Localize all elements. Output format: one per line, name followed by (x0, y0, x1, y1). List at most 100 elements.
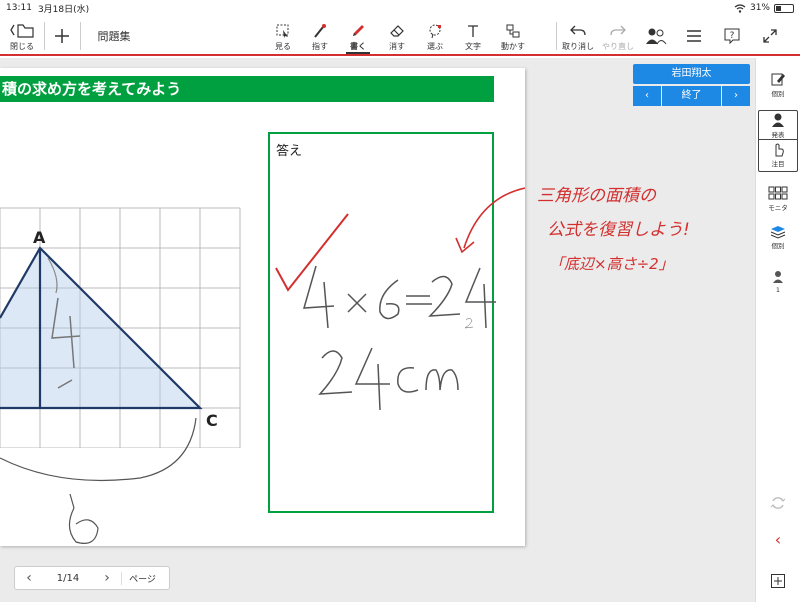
tool-label: 指す (312, 41, 328, 51)
tool-label: 選ぶ (427, 41, 443, 51)
hamburger-menu-icon (687, 30, 701, 42)
plus-icon (55, 29, 69, 43)
chevron-right-icon: › (734, 90, 738, 101)
battery-fill (776, 5, 781, 11)
student-nav: ‹ 終了 › (633, 86, 750, 106)
tool-point-button[interactable]: 指す (305, 16, 335, 56)
undo-label: 取り消し (562, 41, 594, 51)
svg-text:公式を復習しよう!: 公式を復習しよう! (547, 220, 690, 240)
tool-label: 見る (275, 41, 291, 51)
fullscreen-button[interactable] (756, 16, 784, 56)
sidebar-item-user-count[interactable]: 1 (758, 268, 798, 294)
worksheet-banner: 積の求め方を考えてみよう (0, 76, 494, 102)
worksheet-page[interactable]: 積の求め方を考えてみよう A C 答え (0, 68, 525, 546)
student-name-button[interactable]: 岩田翔太 (633, 64, 750, 84)
user-count-icon (773, 271, 783, 283)
zoom-add-button[interactable] (758, 572, 798, 590)
refresh-icon (770, 497, 786, 509)
svg-text:三角形の面積の: 三角形の面積の (537, 186, 657, 206)
redo-label: やり直し (602, 41, 634, 51)
menu-button[interactable] (680, 16, 708, 56)
view-icon (276, 24, 289, 38)
right-sidebar: 個別 発表 注目 モニタ 個別 1 ‹ (755, 58, 800, 602)
tool-view-button[interactable]: 見る (268, 16, 298, 56)
sidebar-label: 注目 (771, 160, 785, 168)
sidebar-item-present[interactable]: 発表 (771, 111, 785, 139)
chevron-left-icon: ‹ (645, 90, 649, 101)
pointer-icon (314, 23, 326, 38)
toolbar-title: 問題集 (90, 16, 138, 56)
sidebar-item-individual[interactable]: 個別 (758, 70, 798, 98)
lasso-icon (429, 24, 441, 38)
attention-icon (775, 143, 784, 157)
close-button[interactable]: 閉じる (2, 16, 42, 56)
status-bar: 13:11 3月18日(水) 31% (0, 0, 800, 16)
close-label: 閉じる (10, 41, 34, 51)
battery-percent: 31% (749, 3, 770, 13)
sidebar-item-attention[interactable]: 注目 (759, 139, 797, 168)
sidebar-group-present: 発表 注目 (758, 110, 798, 172)
expand-icon (763, 29, 777, 43)
sidebar-label: 1 (775, 286, 781, 294)
canvas-area[interactable]: 積の求め方を考えてみよう A C 答え 三角形の面積の 公式を復習しよう! 「底… (0, 58, 755, 602)
tool-select-button[interactable]: 選ぶ (420, 16, 450, 56)
sidebar-label: 個別 (771, 90, 785, 98)
sidebar-label: 個別 (771, 242, 785, 250)
sidebar-item-monitor[interactable]: モニタ (758, 184, 798, 212)
tool-label: 書く (350, 41, 366, 51)
sync-button[interactable] (758, 494, 798, 512)
tool-label: 消す (389, 41, 405, 51)
move-icon (506, 24, 520, 37)
text-icon (468, 24, 478, 37)
page-label[interactable]: ページ (121, 571, 163, 585)
prev-page-button[interactable]: ‹ (15, 570, 43, 586)
teacher-annotation (455, 187, 525, 254)
undo-button[interactable]: 取り消し (558, 16, 598, 56)
tool-label: 文字 (465, 41, 481, 51)
divider (556, 22, 557, 50)
freehand-curves (0, 417, 197, 544)
sidebar-label: 発表 (771, 131, 785, 139)
vertex-label-a: A (33, 228, 46, 247)
sidebar-item-layers[interactable]: 個別 (758, 222, 798, 250)
tool-erase-button[interactable]: 消す (382, 16, 412, 56)
prev-student-button[interactable]: ‹ (633, 86, 661, 106)
pen-icon (353, 24, 364, 36)
divider (44, 22, 45, 50)
present-icon (772, 113, 784, 127)
active-indicator (346, 52, 370, 54)
tool-label: 動かす (501, 41, 525, 51)
divider (80, 22, 81, 50)
monitor-icon (768, 186, 788, 200)
folder-back-icon (10, 23, 34, 38)
help-button[interactable]: ? (718, 16, 746, 56)
undo-icon (570, 25, 586, 35)
redo-button[interactable]: やり直し (598, 16, 638, 56)
page-navigator: ‹ 1/14 › ページ (14, 566, 170, 590)
help-bubble-icon: ? (724, 28, 740, 45)
next-page-button[interactable]: › (93, 570, 121, 586)
tool-move-button[interactable]: 動かす (496, 16, 530, 56)
svg-text:「底辺×高さ÷2」: 「底辺×高さ÷2」 (549, 255, 674, 273)
individual-edit-icon (771, 73, 785, 86)
teacher-note: 三角形の面積の 公式を復習しよう! 「底辺×高さ÷2」 (537, 186, 690, 273)
redo-icon (610, 25, 626, 35)
tool-text-button[interactable]: 文字 (458, 16, 488, 56)
status-date: 3月18日(水) (37, 4, 90, 15)
svg-text:?: ? (730, 31, 735, 41)
tool-write-button[interactable]: 書く (342, 16, 374, 56)
vertex-label-c: C (206, 411, 218, 430)
layers-icon (770, 226, 786, 239)
collapse-sidebar-button[interactable]: ‹ (758, 530, 798, 549)
eraser-icon (390, 24, 404, 37)
end-button[interactable]: 終了 (662, 86, 721, 106)
answer-label: 答え (276, 144, 303, 159)
students-button[interactable] (642, 16, 670, 56)
wifi-icon (734, 3, 746, 13)
toolbar-title-text: 問題集 (97, 30, 131, 43)
next-student-button[interactable]: › (722, 86, 750, 106)
status-time: 13:11 (6, 3, 32, 13)
battery-icon (774, 3, 794, 13)
page-indicator: 1/14 (56, 572, 80, 584)
add-page-button[interactable] (48, 16, 76, 56)
